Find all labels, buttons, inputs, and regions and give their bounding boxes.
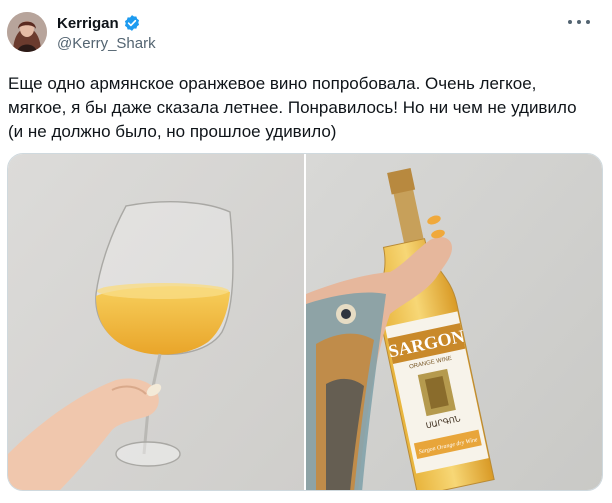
verified-badge-icon [123,14,141,32]
tweet-card: Kerrigan @Kerry_Shark Еще одно армянское… [0,0,612,503]
photo-wine-glass[interactable] [8,154,304,490]
avatar[interactable] [7,12,47,52]
author-handle[interactable]: @Kerry_Shark [57,35,156,52]
more-options-icon[interactable] [568,14,590,30]
tweet-text-line: мягкое, я бы даже сказала летнее. Понрав… [8,98,577,117]
tweet-media: SARGON ORANGE WINE ՍԱՐԳՈՆ Sargon Orange … [7,153,603,491]
display-name[interactable]: Kerrigan [57,15,119,32]
tweet-text: Еще одно армянское оранжевое вино попроб… [8,72,598,144]
tweet-text-line: (и не должно было, но прошлое удивило) [8,122,337,141]
photo-wine-bottle[interactable]: SARGON ORANGE WINE ՍԱՐԳՈՆ Sargon Orange … [306,154,602,490]
author-name-row[interactable]: Kerrigan [57,13,141,33]
tweet-text-line: Еще одно армянское оранжевое вино попроб… [8,74,537,93]
